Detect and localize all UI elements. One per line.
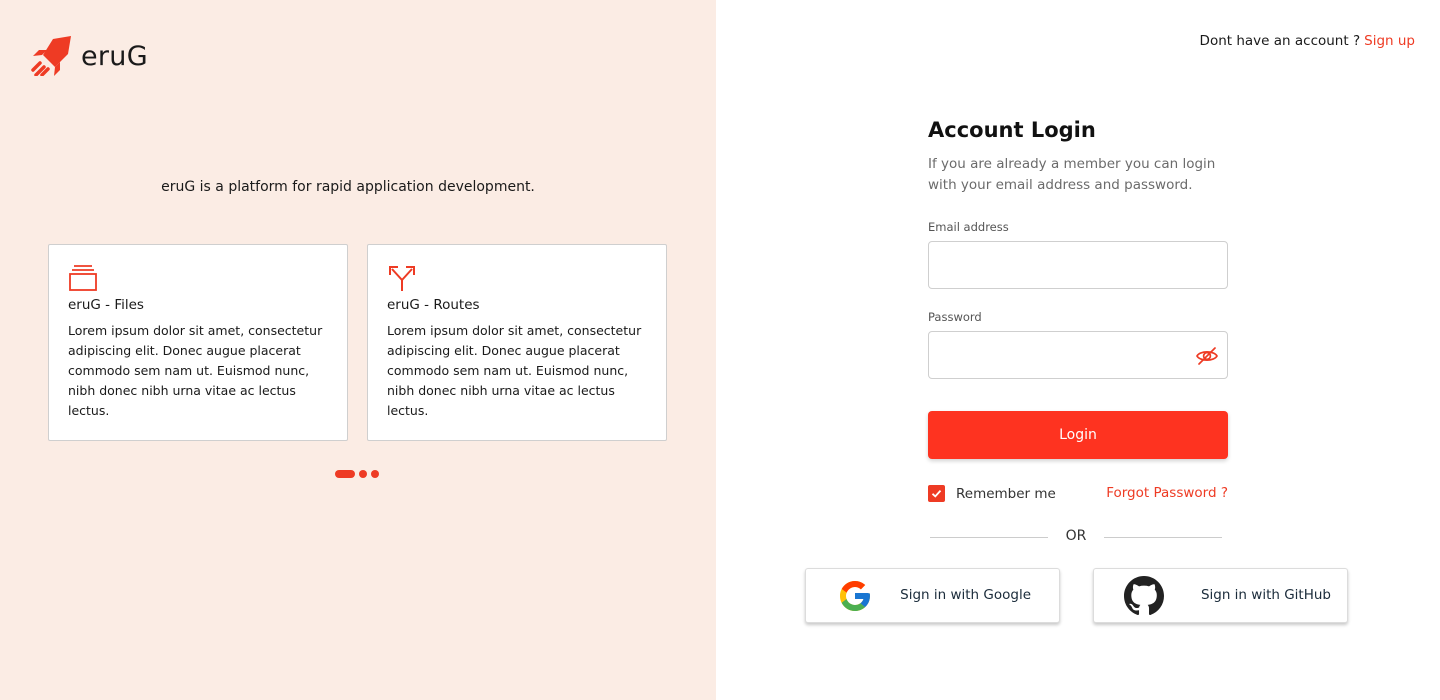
fork-arrows-icon [389, 266, 415, 291]
form-subtitle: If you are already a member you can logi… [928, 156, 1216, 193]
email-label: Email address [928, 220, 1009, 234]
email-field-wrapper [928, 241, 1228, 289]
or-divider: OR [930, 527, 1222, 547]
remember-me[interactable]: Remember me [928, 485, 1056, 502]
password-field-wrapper [928, 331, 1228, 379]
or-label: OR [1065, 528, 1087, 544]
github-signin-label: Sign in with GitHub [1200, 587, 1331, 603]
github-signin-button[interactable]: Sign in with GitHub [1093, 568, 1348, 623]
check-icon [931, 489, 942, 498]
card-text: Lorem ipsum dolor sit amet, consectetur … [68, 323, 323, 418]
stack-icon [69, 265, 97, 291]
brand-logo[interactable]: eruG [31, 36, 148, 76]
feature-card-routes: eruG - Routes Lorem ipsum dolor sit amet… [367, 244, 667, 441]
signup-link[interactable]: Sign up [1364, 33, 1415, 49]
email-field[interactable] [929, 242, 1227, 288]
card-title: eruG - Routes [387, 297, 480, 313]
google-icon [840, 581, 870, 611]
divider-line [1104, 537, 1222, 538]
remember-checkbox[interactable] [928, 485, 945, 502]
signup-prompt-text: Dont have an account ? [1199, 33, 1361, 49]
remember-label: Remember me [956, 485, 1056, 502]
left-panel: eruG eruG is a platform for rapid applic… [0, 0, 716, 700]
login-button[interactable]: Login [928, 411, 1228, 459]
carousel-dot[interactable] [371, 470, 379, 478]
github-icon [1124, 576, 1164, 616]
google-signin-button[interactable]: Sign in with Google [805, 568, 1060, 623]
password-label: Password [928, 310, 982, 324]
forgot-password-link[interactable]: Forgot Password ? [1106, 485, 1228, 501]
card-title: eruG - Files [68, 297, 144, 313]
carousel-dot-active[interactable] [335, 470, 355, 478]
card-text: Lorem ipsum dolor sit amet, consectetur … [387, 323, 642, 418]
eye-off-icon[interactable] [1195, 344, 1219, 368]
login-form: Account Login If you are already a membe… [928, 118, 1228, 544]
rocket-logo-icon [31, 36, 71, 76]
carousel-dot[interactable] [359, 470, 367, 478]
tagline: eruG is a platform for rapid application… [161, 179, 535, 195]
page-title: Account Login [928, 118, 1096, 142]
password-field[interactable] [929, 332, 1227, 378]
signup-prompt: Dont have an account ? Sign up [1200, 33, 1415, 49]
feature-card-files: eruG - Files Lorem ipsum dolor sit amet,… [48, 244, 348, 441]
carousel-indicator [335, 470, 383, 478]
google-signin-label: Sign in with Google [900, 587, 1031, 603]
brand-name: eruG [81, 40, 148, 72]
